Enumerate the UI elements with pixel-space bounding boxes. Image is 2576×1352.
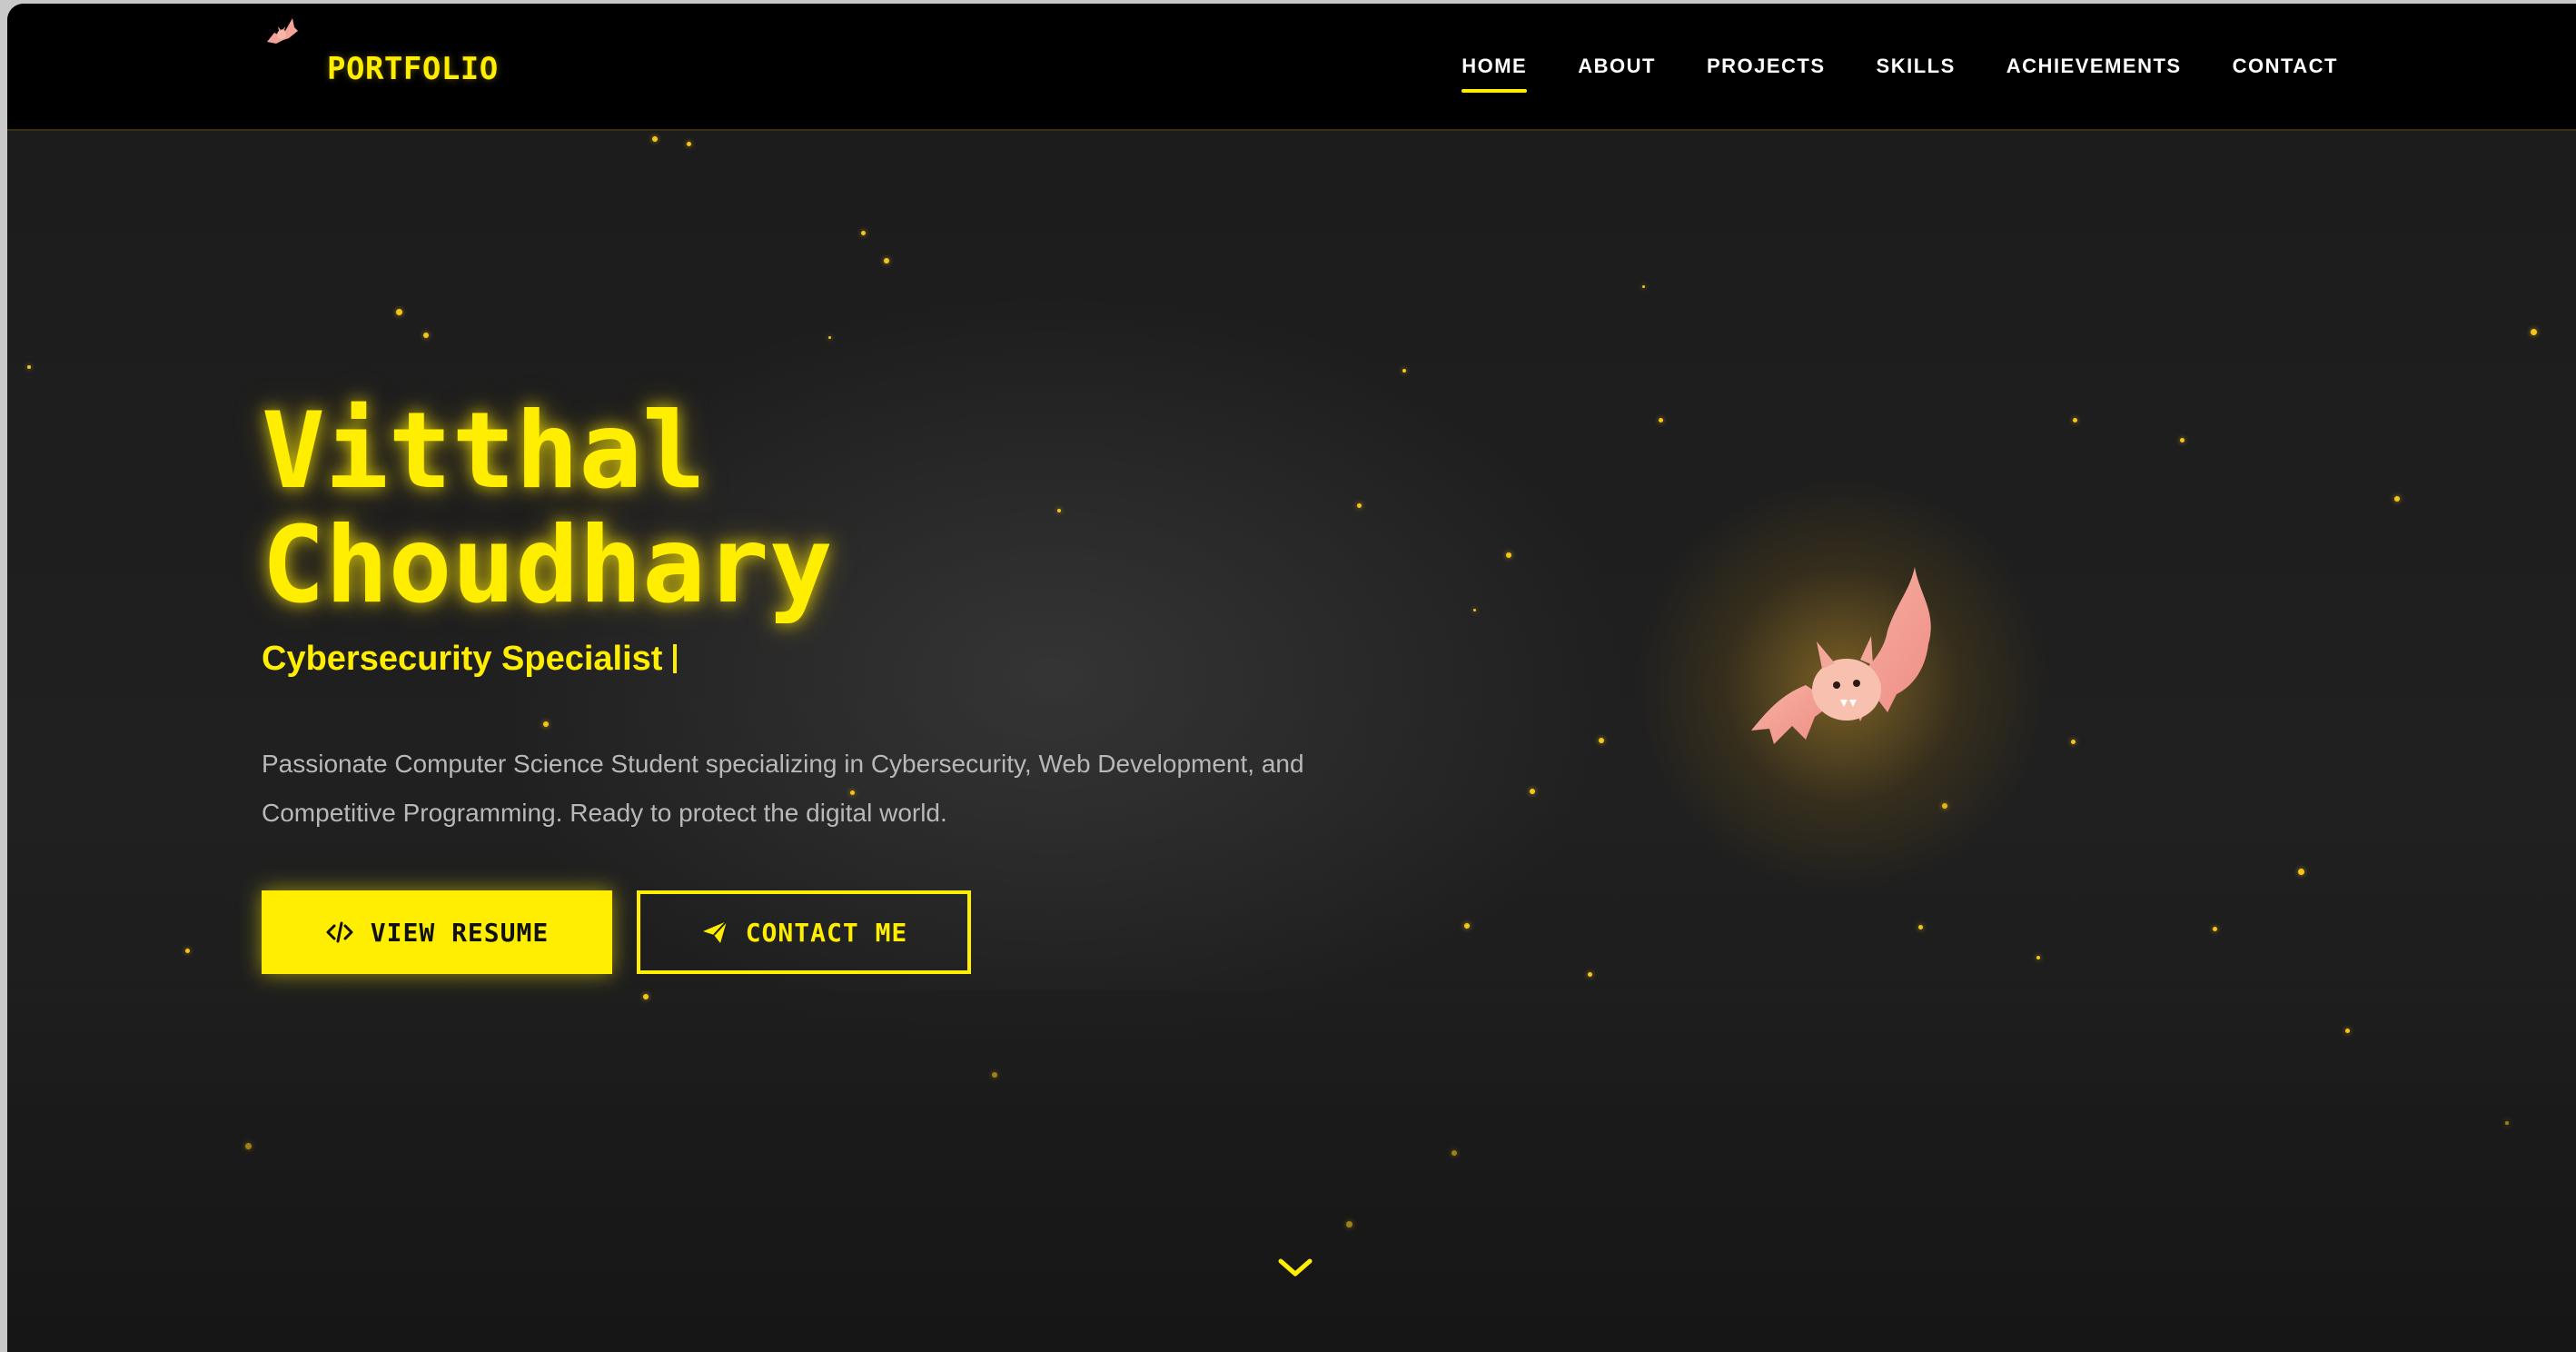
particle-dot — [396, 309, 402, 315]
particle-dot — [423, 333, 429, 338]
view-resume-label: VIEW RESUME — [370, 917, 550, 948]
contact-me-button[interactable]: CONTACT ME — [637, 890, 971, 974]
nav-item-contact[interactable]: CONTACT — [2233, 55, 2338, 78]
particle-dot — [1918, 925, 1923, 930]
particle-dot — [1506, 552, 1511, 558]
particle-dot — [1451, 1150, 1457, 1156]
particle-dot — [1599, 738, 1604, 743]
bat-illustration-glow — [1633, 476, 2051, 894]
nav-item-skills[interactable]: SKILLS — [1877, 55, 1956, 78]
particle-dot — [245, 1143, 252, 1149]
logo-text: PORTFOLIO — [327, 51, 499, 87]
particle-dot — [1588, 972, 1592, 977]
particle-dot — [643, 994, 649, 999]
particle-dot — [1473, 609, 1476, 611]
particle-dot — [2531, 329, 2537, 335]
particle-dot — [1346, 1221, 1352, 1228]
particle-dot — [828, 336, 831, 339]
view-resume-button[interactable]: VIEW RESUME — [262, 890, 612, 974]
hero-name-line1: Vitthal — [262, 390, 706, 512]
particle-dot — [2298, 869, 2304, 875]
particle-dot — [1659, 418, 1663, 422]
particle-dot — [992, 1072, 997, 1078]
nav-item-achievements[interactable]: ACHIEVEMENTS — [2006, 55, 2182, 78]
chevron-down-icon[interactable] — [1275, 1254, 1315, 1281]
particle-dot — [1402, 369, 1406, 373]
hero-description: Passionate Computer Science Student spec… — [262, 750, 1304, 827]
particle-dot — [543, 721, 549, 727]
particle-dot — [2213, 927, 2217, 931]
hero-name-line2: Choudhary — [262, 504, 833, 627]
particle-dot — [861, 231, 866, 235]
particle-dot — [2036, 956, 2040, 959]
particle-dot — [1530, 789, 1535, 794]
particle-dot — [2180, 438, 2185, 442]
particle-dot — [185, 949, 190, 953]
code-icon — [326, 921, 353, 943]
main-nav: HOME ABOUT PROJECTS SKILLS ACHIEVEMENTS … — [1461, 55, 2338, 93]
hero-subtitle: Cybersecurity Specialist — [262, 640, 678, 679]
particle-dot — [27, 365, 31, 369]
particle-dot — [2345, 1029, 2350, 1033]
particle-dot — [884, 258, 889, 263]
nav-item-about[interactable]: ABOUT — [1578, 55, 1656, 78]
particle-dot — [687, 142, 691, 146]
paper-plane-icon — [702, 920, 728, 943]
particle-dot — [1357, 503, 1362, 508]
particle-dot — [1642, 285, 1645, 288]
nav-item-projects[interactable]: PROJECTS — [1707, 55, 1826, 78]
browser-viewport: PORTFOLIO HOME ABOUT PROJECTS SKILLS ACH… — [7, 4, 2576, 1352]
navbar: PORTFOLIO HOME ABOUT PROJECTS SKILLS ACH… — [7, 4, 2576, 131]
hero-subtitle-text: Cybersecurity Specialist — [262, 640, 663, 678]
particle-dot — [1057, 509, 1061, 512]
particle-dot — [2073, 418, 2077, 422]
hero-name: Vitthal Choudhary — [262, 394, 833, 623]
particle-dot — [2394, 496, 2400, 502]
particle-dot — [2071, 740, 2076, 744]
nav-item-home[interactable]: HOME — [1461, 55, 1528, 93]
typing-cursor — [673, 644, 678, 673]
particle-dot — [652, 136, 658, 142]
bat-illustration — [1751, 567, 1931, 744]
bat-icon — [267, 18, 298, 44]
hero-section: Vitthal Choudhary Cybersecurity Speciali… — [7, 131, 2576, 1352]
particle-dot — [2505, 1121, 2509, 1125]
contact-me-label: CONTACT ME — [745, 917, 908, 948]
particle-dot — [1464, 923, 1470, 929]
hero-lower-band — [7, 990, 2576, 1352]
